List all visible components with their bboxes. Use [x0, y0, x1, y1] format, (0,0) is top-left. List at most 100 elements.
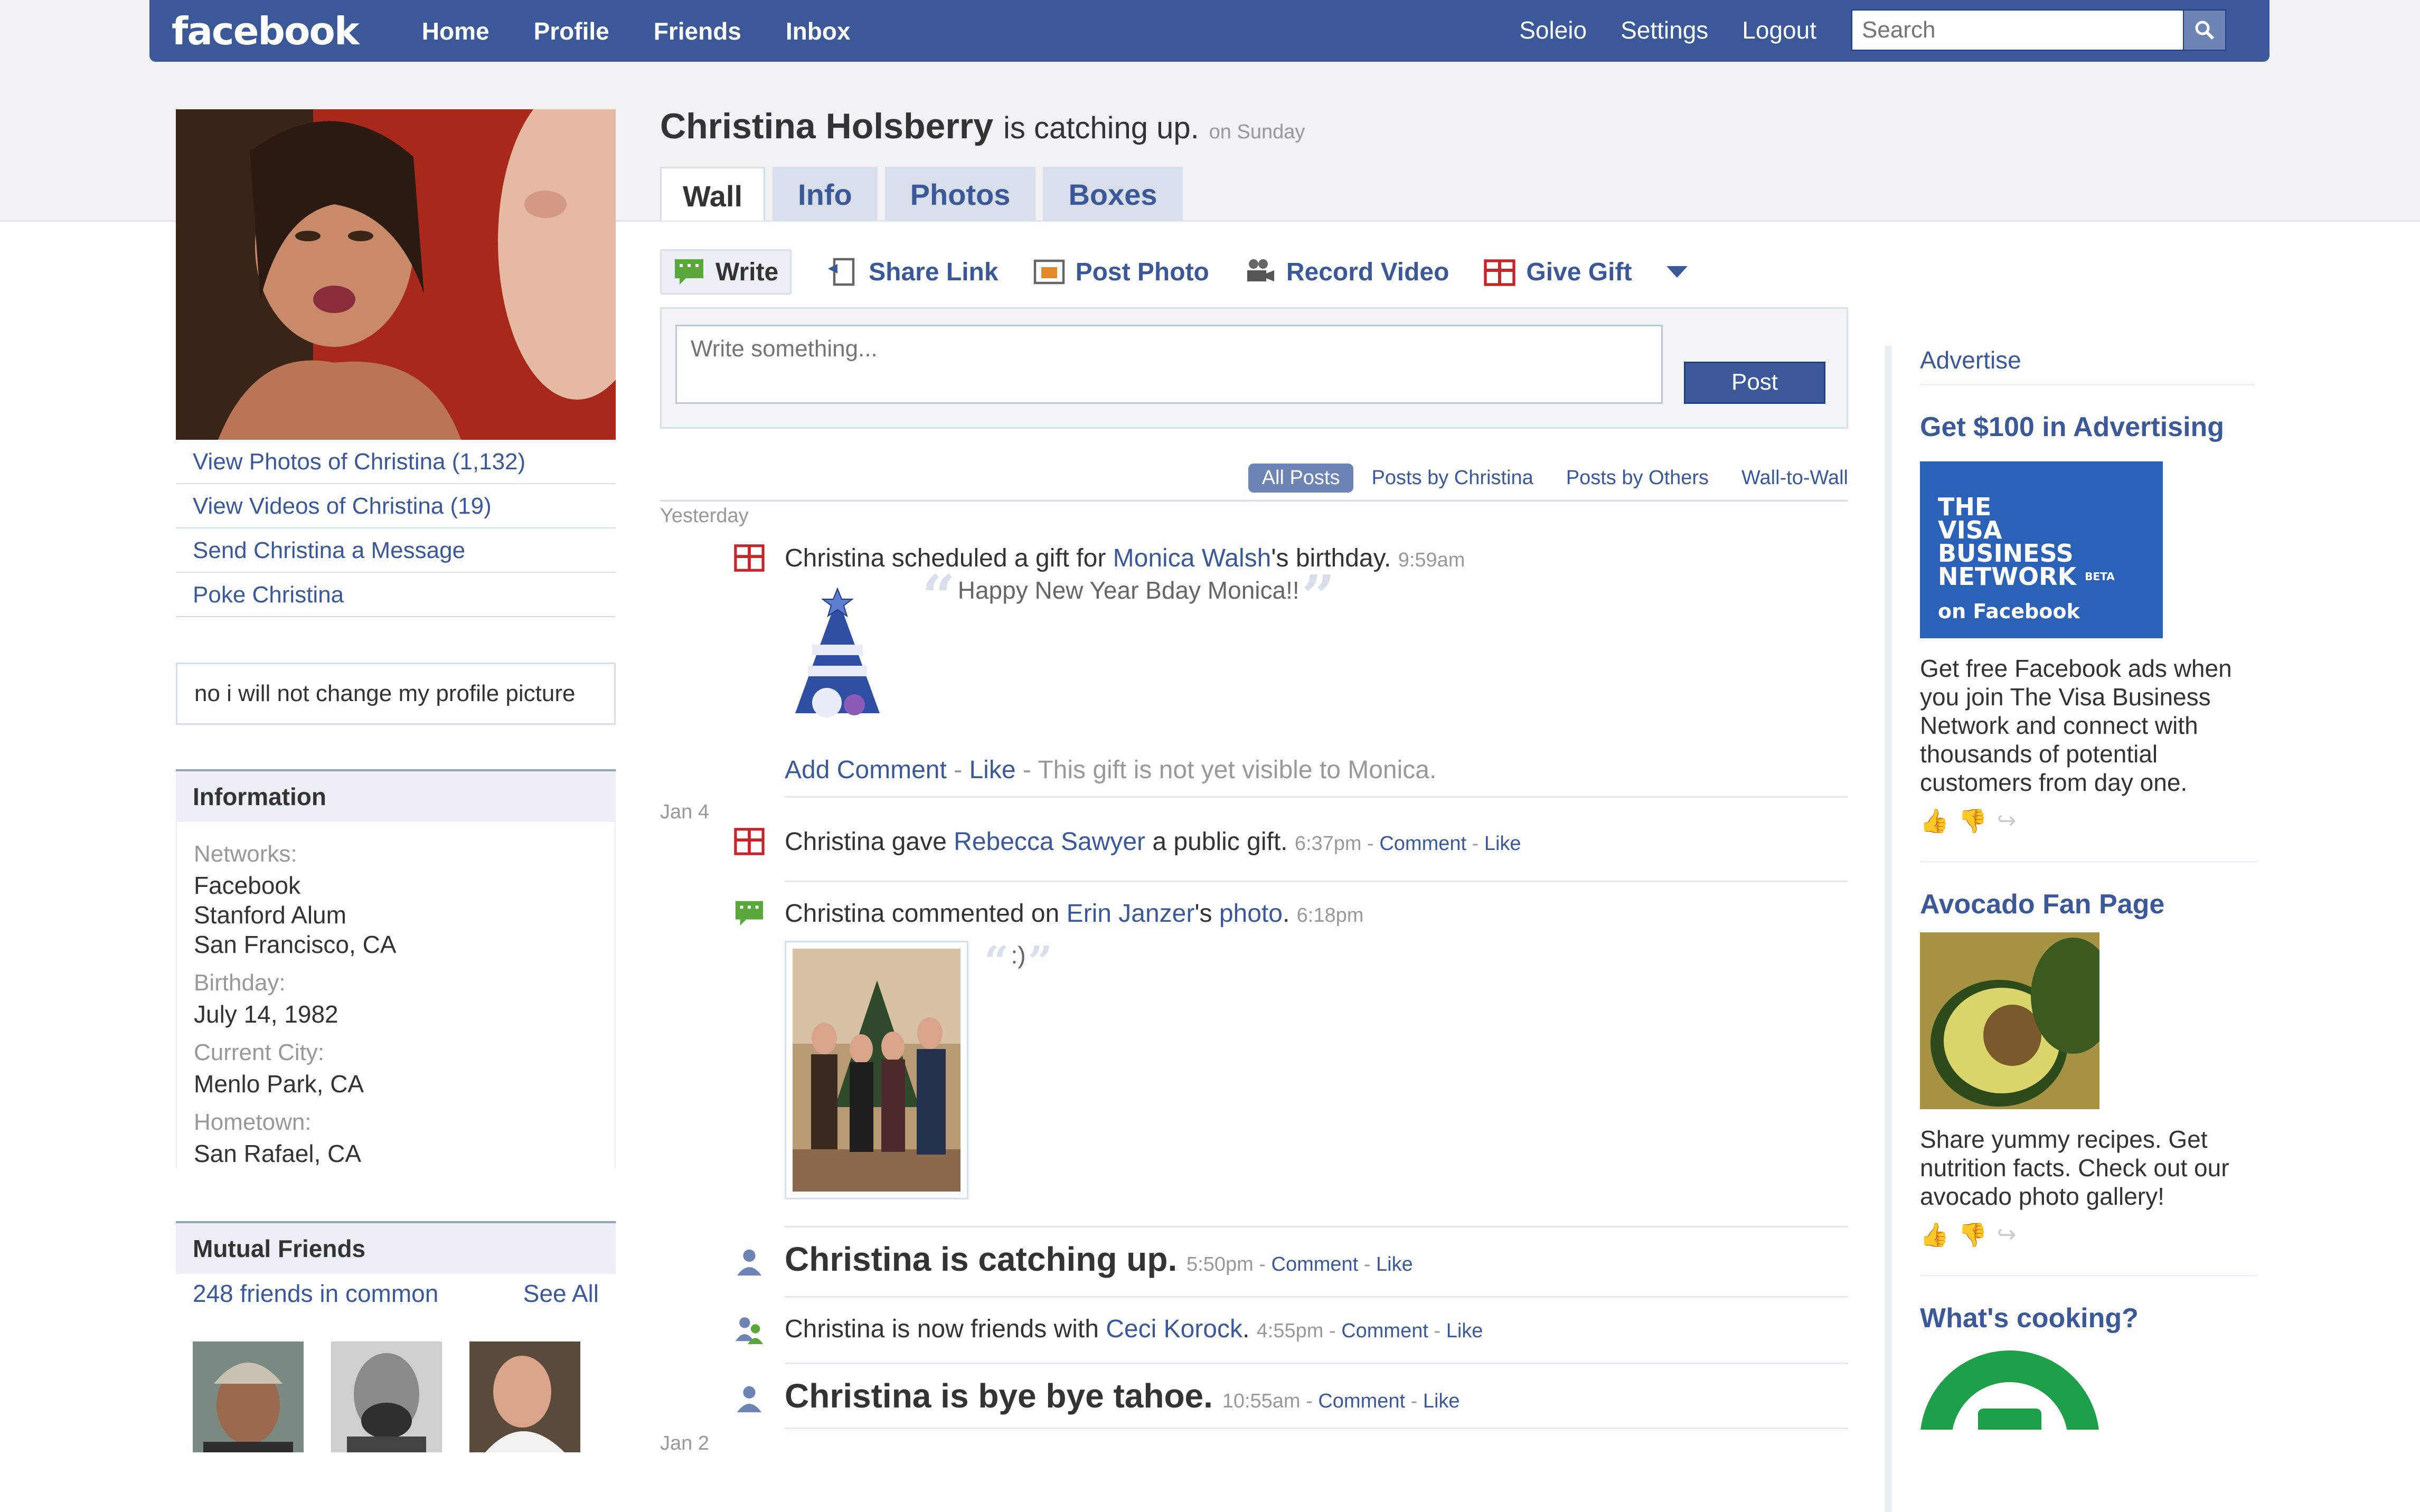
comment-link[interactable]: Comment — [1272, 1253, 1359, 1275]
current-city-value: Menlo Park, CA — [194, 1070, 364, 1098]
filter-all-posts[interactable]: All Posts — [1248, 464, 1354, 493]
friend-avatar[interactable] — [469, 1341, 580, 1452]
tab-info[interactable]: Info — [773, 167, 878, 221]
ad-feedback: 👍 👎 ↪ — [1920, 807, 2255, 835]
nav-user-soleio[interactable]: Soleio — [1519, 16, 1587, 44]
hometown-value: San Rafael, CA — [194, 1140, 362, 1167]
story-text-part: Christina gave — [785, 828, 954, 856]
tab-wall[interactable]: Wall — [660, 167, 766, 221]
open-quote-icon: “ — [922, 562, 956, 630]
nav-profile[interactable]: Profile — [534, 17, 609, 45]
left-column: View Photos of Christina (1,132) View Vi… — [176, 109, 616, 1452]
post-photo-button[interactable]: Post Photo — [1033, 256, 1209, 288]
profile-picture[interactable] — [176, 109, 616, 440]
feed-story: Christina is now friends with Ceci Koroc… — [660, 1313, 1848, 1347]
ad-image-subtext: on Facebook — [1938, 600, 2080, 623]
information-heading: Information — [176, 769, 616, 822]
avocado-ad-image[interactable] — [1920, 932, 2099, 1109]
comment-quote: “ :) ” — [984, 940, 1052, 1199]
photo-thumbnail[interactable] — [785, 941, 968, 1199]
about-box: no i will not change my profile picture — [176, 663, 616, 725]
visa-ad-image[interactable]: THE VISA BUSINESS NETWORK BETA on Facebo… — [1920, 461, 2163, 638]
like-link[interactable]: Like — [1423, 1390, 1460, 1412]
date-heading: Jan 4 — [660, 801, 709, 823]
add-comment-link[interactable]: Add Comment — [785, 756, 947, 784]
thumbs-down-icon[interactable]: 👎 — [1958, 807, 1988, 835]
ad-image-text: VISA BUSINESS — [1938, 516, 2074, 568]
nav-logout[interactable]: Logout — [1742, 16, 1816, 44]
story-time: 5:50pm — [1187, 1253, 1254, 1275]
monica-walsh-link[interactable]: Monica Walsh — [1113, 544, 1272, 572]
like-link[interactable]: Like — [1376, 1253, 1413, 1275]
more-options-chevron-down-icon[interactable] — [1666, 266, 1688, 278]
ceci-korock-link[interactable]: Ceci Korock — [1106, 1315, 1242, 1343]
view-photos-link[interactable]: View Photos of Christina (1,132) — [176, 440, 616, 484]
photo-icon — [1033, 259, 1065, 285]
nav-home[interactable]: Home — [422, 17, 489, 45]
poke-link[interactable]: Poke Christina — [176, 573, 616, 617]
filter-posts-by-christina[interactable]: Posts by Christina — [1371, 467, 1533, 489]
gift-message-text: Happy New Year Bday Monica!! — [957, 577, 1300, 604]
search-icon — [2195, 21, 2215, 40]
ad-title[interactable]: Get $100 in Advertising — [1920, 411, 2255, 443]
comment-link[interactable]: Comment — [1379, 833, 1466, 855]
share-arrow-icon[interactable]: ↪ — [1997, 807, 2017, 835]
comment-link[interactable]: Comment — [1318, 1390, 1405, 1412]
ad-feedback: 👍 👎 ↪ — [1920, 1221, 2255, 1249]
feed-story: Christina gave Rebecca Sawyer a public g… — [660, 826, 1848, 859]
write-something-input[interactable] — [675, 325, 1663, 404]
ad-title[interactable]: Avocado Fan Page — [1920, 888, 2255, 921]
friend-avatar[interactable] — [331, 1341, 442, 1452]
tab-photos[interactable]: Photos — [884, 167, 1036, 221]
search-input[interactable] — [1851, 10, 2184, 51]
like-link[interactable]: Like — [1484, 833, 1521, 855]
friends-icon — [735, 1317, 764, 1344]
friends-in-common-link[interactable]: 248 friends in common — [193, 1279, 438, 1308]
friend-avatar[interactable] — [193, 1341, 304, 1452]
current-city-label: Current City: — [194, 1040, 324, 1065]
photo-link[interactable]: photo — [1219, 900, 1283, 928]
search-box — [1851, 10, 2226, 51]
like-link[interactable]: Like — [969, 756, 1015, 784]
nav-inbox[interactable]: Inbox — [786, 17, 851, 45]
record-video-button[interactable]: Record Video — [1244, 256, 1449, 288]
advertise-link[interactable]: Advertise — [1920, 346, 2255, 385]
send-message-link[interactable]: Send Christina a Message — [176, 528, 616, 573]
tab-boxes[interactable]: Boxes — [1043, 167, 1183, 221]
filter-posts-by-others[interactable]: Posts by Others — [1566, 467, 1709, 489]
share-arrow-icon[interactable]: ↪ — [1997, 1221, 2017, 1249]
feed-story: Christina is catching up. 5:50pm - Comme… — [660, 1242, 1848, 1280]
facebook-logo[interactable]: facebook — [172, 9, 360, 53]
comment-text: :) — [1011, 941, 1026, 969]
give-gift-button[interactable]: Give Gift — [1484, 256, 1632, 288]
share-link-button[interactable]: Share Link — [826, 256, 999, 288]
see-all-link[interactable]: See All — [523, 1279, 599, 1308]
story-text-part: Christina commented on — [785, 900, 1067, 928]
comment-link[interactable]: Comment — [1341, 1320, 1428, 1342]
open-quote-icon: “ — [984, 936, 1009, 986]
story-text: Christina gave Rebecca Sawyer a public g… — [785, 826, 1848, 859]
view-videos-link[interactable]: View Videos of Christina (19) — [176, 484, 616, 528]
search-button[interactable] — [2184, 10, 2226, 51]
ad-body: Get free Facebook ads when you join The … — [1920, 655, 2232, 796]
video-camera-icon — [1247, 259, 1274, 281]
speech-bubble-icon — [675, 259, 703, 285]
like-link[interactable]: Like — [1446, 1320, 1483, 1342]
thumbs-up-icon[interactable]: 👍 — [1920, 807, 1949, 835]
write-button[interactable]: Write — [660, 249, 792, 295]
post-button[interactable]: Post — [1684, 362, 1825, 404]
cooking-ad-image[interactable] — [1920, 1350, 2099, 1430]
ad-title[interactable]: What's cooking? — [1920, 1302, 2255, 1335]
divider — [785, 1363, 1848, 1364]
nav-friends[interactable]: Friends — [654, 17, 741, 45]
thumbs-down-icon[interactable]: 👎 — [1958, 1221, 1988, 1249]
erin-janzer-link[interactable]: Erin Janzer — [1067, 900, 1195, 928]
thumbs-up-icon[interactable]: 👍 — [1920, 1221, 1949, 1249]
party-hat-gift-image[interactable] — [785, 587, 890, 734]
gift-attachment: “ Happy New Year Bday Monica!! ” — [785, 567, 1848, 734]
nav-settings[interactable]: Settings — [1621, 16, 1708, 44]
rebecca-sawyer-link[interactable]: Rebecca Sawyer — [954, 828, 1145, 856]
filter-wall-to-wall[interactable]: Wall-to-Wall — [1741, 467, 1848, 489]
date-heading: Yesterday — [660, 505, 749, 527]
mutual-friend-thumbnails — [176, 1341, 616, 1452]
